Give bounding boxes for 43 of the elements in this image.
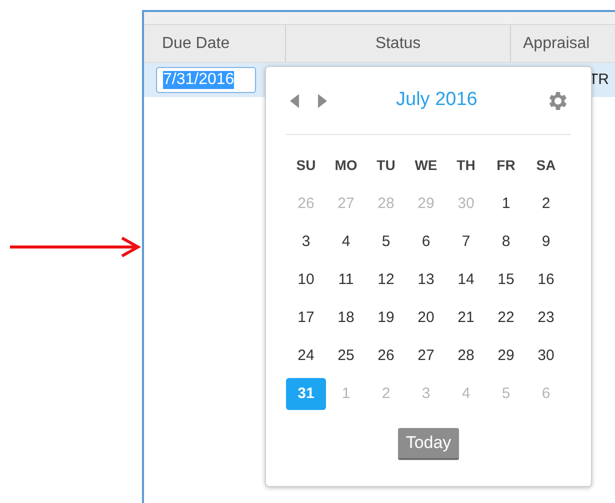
day-cell[interactable]: 6 <box>406 226 446 258</box>
caret-right-icon <box>318 94 326 108</box>
day-cell[interactable]: 19 <box>366 302 406 334</box>
day-cell[interactable]: 9 <box>526 226 566 258</box>
day-cell[interactable]: 14 <box>446 264 486 296</box>
day-cell[interactable]: 11 <box>326 264 366 296</box>
weekday-label: WE <box>414 156 438 175</box>
weekday-label: TU <box>376 156 396 175</box>
day-cell[interactable]: 29 <box>486 340 526 372</box>
day-cell[interactable]: 1 <box>486 188 526 220</box>
day-cell[interactable]: 7 <box>446 226 486 258</box>
day-cell[interactable]: 18 <box>326 302 366 334</box>
day-cell[interactable]: 30 <box>526 340 566 372</box>
weekday-label: TH <box>456 156 476 175</box>
day-cell[interactable]: 28 <box>446 340 486 372</box>
day-cell[interactable]: 8 <box>486 226 526 258</box>
day-cell[interactable]: 12 <box>366 264 406 296</box>
caret-left-icon <box>290 94 298 108</box>
column-header: Appraisal <box>511 25 615 62</box>
weekday-label: SU <box>295 156 317 175</box>
day-cell[interactable]: 27 <box>406 340 446 372</box>
day-cell[interactable]: 26 <box>366 340 406 372</box>
day-cell[interactable]: 20 <box>406 302 446 334</box>
day-cell[interactable]: 16 <box>526 264 566 296</box>
day-cell[interactable]: 23 <box>526 302 566 334</box>
day-cell[interactable]: 13 <box>406 264 446 296</box>
day-cell[interactable]: 2 <box>526 188 566 220</box>
weekday-label: SA <box>535 156 557 175</box>
weekday-label: MO <box>334 156 358 175</box>
weekday-label: FR <box>496 156 516 175</box>
day-cell[interactable]: 5 <box>366 226 406 258</box>
day-cell[interactable]: 21 <box>446 302 486 334</box>
day-cell[interactable]: 25 <box>326 340 366 372</box>
day-cell[interactable]: 4 <box>326 226 366 258</box>
day-cell[interactable]: 3 <box>286 226 326 258</box>
day-cell[interactable]: 24 <box>286 340 326 372</box>
column-header: Due Date <box>150 25 286 62</box>
day-cell[interactable]: 10 <box>286 264 326 296</box>
day-cell[interactable]: 15 <box>486 264 526 296</box>
day-cell[interactable]: 22 <box>486 302 526 334</box>
day-cell[interactable]: 17 <box>286 302 326 334</box>
column-header: Status <box>286 25 511 62</box>
arrow-icon <box>10 236 142 258</box>
